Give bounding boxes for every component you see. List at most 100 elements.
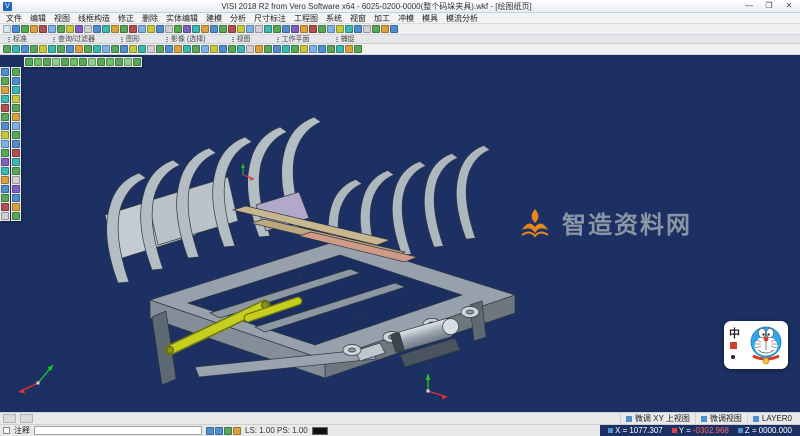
- tool-icon[interactable]: [12, 122, 20, 130]
- tool-icon[interactable]: [12, 131, 20, 139]
- tool-icon[interactable]: [1, 149, 9, 157]
- tool-icon[interactable]: [111, 25, 119, 33]
- tool-icon[interactable]: [291, 45, 299, 53]
- tool-icon[interactable]: [327, 45, 335, 53]
- active-color-swatch[interactable]: [312, 427, 328, 435]
- tool-icon[interactable]: [192, 45, 200, 53]
- tool-icon[interactable]: [165, 25, 173, 33]
- tool-icon[interactable]: [1, 95, 9, 103]
- tool-icon[interactable]: [255, 45, 263, 53]
- tool-icon[interactable]: [165, 45, 173, 53]
- toolbar-group-label[interactable]: 捕捉: [336, 34, 355, 44]
- view-tool-icon[interactable]: [70, 58, 78, 66]
- tool-icon[interactable]: [48, 45, 56, 53]
- tool-icon[interactable]: [1, 104, 9, 112]
- tool-icon[interactable]: [336, 25, 344, 33]
- tool-icon[interactable]: [273, 25, 281, 33]
- tool-icon[interactable]: [183, 25, 191, 33]
- tool-icon[interactable]: [12, 25, 20, 33]
- tool-icon[interactable]: [21, 45, 29, 53]
- status-nav-button[interactable]: [3, 414, 16, 423]
- menu-item[interactable]: 线框构造: [74, 13, 114, 24]
- tool-icon[interactable]: [354, 25, 362, 33]
- toolbar-group-label[interactable]: 工作平面: [277, 34, 310, 44]
- tool-icon[interactable]: [12, 185, 20, 193]
- tool-icon[interactable]: [12, 203, 20, 211]
- tool-icon[interactable]: [66, 45, 74, 53]
- tool-icon[interactable]: [156, 45, 164, 53]
- tool-icon[interactable]: [84, 25, 92, 33]
- tool-icon[interactable]: [39, 45, 47, 53]
- menu-item[interactable]: 加工: [370, 13, 394, 24]
- tool-icon[interactable]: [1, 122, 9, 130]
- tool-icon[interactable]: [39, 25, 47, 33]
- tool-icon[interactable]: [282, 45, 290, 53]
- tool-icon[interactable]: [102, 25, 110, 33]
- status-tool-icon[interactable]: [224, 427, 232, 435]
- tool-icon[interactable]: [12, 158, 20, 166]
- tool-icon[interactable]: [102, 45, 110, 53]
- tool-icon[interactable]: [147, 25, 155, 33]
- tool-icon[interactable]: [12, 95, 20, 103]
- tool-icon[interactable]: [354, 45, 362, 53]
- close-button[interactable]: ✕: [781, 0, 797, 12]
- tool-icon[interactable]: [93, 45, 101, 53]
- tool-icon[interactable]: [12, 176, 20, 184]
- tool-icon[interactable]: [318, 45, 326, 53]
- tool-icon[interactable]: [237, 25, 245, 33]
- tool-icon[interactable]: [138, 45, 146, 53]
- tool-icon[interactable]: [1, 131, 9, 139]
- tool-icon[interactable]: [300, 25, 308, 33]
- tool-icon[interactable]: [120, 45, 128, 53]
- menu-item[interactable]: 分析: [226, 13, 250, 24]
- tool-icon[interactable]: [1, 176, 9, 184]
- tool-icon[interactable]: [345, 25, 353, 33]
- menu-item[interactable]: 冲模: [394, 13, 418, 24]
- view-tool-icon[interactable]: [43, 58, 51, 66]
- tool-icon[interactable]: [1, 68, 9, 76]
- tool-icon[interactable]: [273, 45, 281, 53]
- tool-icon[interactable]: [237, 45, 245, 53]
- tool-icon[interactable]: [12, 149, 20, 157]
- tool-icon[interactable]: [246, 45, 254, 53]
- tool-icon[interactable]: [12, 212, 20, 220]
- tool-icon[interactable]: [336, 45, 344, 53]
- status-item[interactable]: 微调视图: [695, 413, 747, 424]
- tool-icon[interactable]: [12, 113, 20, 121]
- tool-icon[interactable]: [84, 45, 92, 53]
- minimize-button[interactable]: —: [741, 0, 757, 12]
- tool-icon[interactable]: [219, 45, 227, 53]
- tool-icon[interactable]: [93, 25, 101, 33]
- tool-icon[interactable]: [129, 45, 137, 53]
- tool-icon[interactable]: [129, 25, 137, 33]
- tool-icon[interactable]: [75, 45, 83, 53]
- tool-icon[interactable]: [12, 194, 20, 202]
- tool-icon[interactable]: [57, 25, 65, 33]
- tool-icon[interactable]: [327, 25, 335, 33]
- menu-item[interactable]: 模流分析: [442, 13, 482, 24]
- tool-icon[interactable]: [345, 45, 353, 53]
- tool-icon[interactable]: [219, 25, 227, 33]
- menu-item[interactable]: 实体编辑: [162, 13, 202, 24]
- view-tool-icon[interactable]: [88, 58, 96, 66]
- tool-icon[interactable]: [138, 25, 146, 33]
- tool-icon[interactable]: [1, 77, 9, 85]
- tool-icon[interactable]: [12, 167, 20, 175]
- menu-item[interactable]: 系统: [322, 13, 346, 24]
- view-tool-icon[interactable]: [115, 58, 123, 66]
- status-tool-icon[interactable]: [206, 427, 214, 435]
- tool-icon[interactable]: [183, 45, 191, 53]
- view-tool-icon[interactable]: [34, 58, 42, 66]
- tool-icon[interactable]: [381, 25, 389, 33]
- tool-icon[interactable]: [174, 45, 182, 53]
- status-tool-icon[interactable]: [215, 427, 223, 435]
- tool-icon[interactable]: [12, 45, 20, 53]
- tool-icon[interactable]: [246, 25, 254, 33]
- view-tool-icon[interactable]: [61, 58, 69, 66]
- tool-icon[interactable]: [201, 25, 209, 33]
- tool-icon[interactable]: [282, 25, 290, 33]
- tool-icon[interactable]: [3, 45, 11, 53]
- tool-icon[interactable]: [1, 194, 9, 202]
- tool-icon[interactable]: [156, 25, 164, 33]
- tool-icon[interactable]: [48, 25, 56, 33]
